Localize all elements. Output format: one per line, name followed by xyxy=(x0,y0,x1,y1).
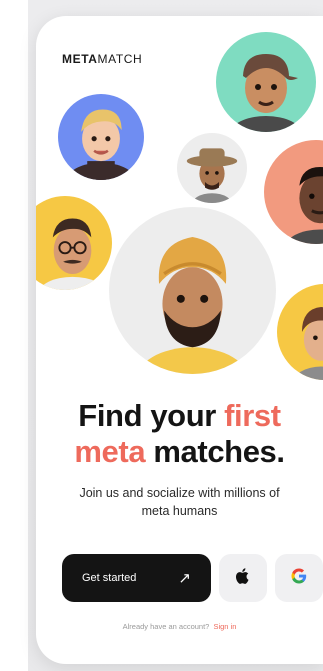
headline-text-find-your: Find your xyxy=(78,398,225,433)
get-started-label: Get started xyxy=(82,572,137,584)
google-signin-button[interactable] xyxy=(275,554,323,602)
google-icon xyxy=(290,567,308,590)
headline-text-matches: matches. xyxy=(145,434,285,469)
avatar-turban-man xyxy=(109,207,276,374)
signin-question: Already have an account? xyxy=(122,622,210,631)
signin-prompt: Already have an account? Sign in xyxy=(36,622,323,631)
logo-bold: META xyxy=(62,52,98,66)
subtitle: Join us and socialize with millions of m… xyxy=(79,486,280,518)
signin-link[interactable]: Sign in xyxy=(213,622,236,631)
headline-accent-meta: meta xyxy=(74,434,146,469)
brand-logo: METAMATCH xyxy=(62,52,142,66)
headline-line-2: meta matches. xyxy=(36,434,323,470)
headline-accent-first: first xyxy=(224,398,281,433)
avatar-hat-man xyxy=(177,133,247,203)
avatar-dark-man xyxy=(264,140,323,244)
avatar-blonde-man xyxy=(58,94,144,180)
apple-signin-button[interactable] xyxy=(219,554,267,602)
avatar-woman xyxy=(277,284,323,380)
avatar-glasses-man xyxy=(36,196,112,290)
headline: Find your first meta matches. xyxy=(36,398,323,470)
headline-line-1: Find your first xyxy=(36,398,323,434)
phone-screen: METAMATCH Find your first meta matches. … xyxy=(36,16,323,664)
logo-light: MATCH xyxy=(97,52,143,66)
apple-icon xyxy=(235,567,251,590)
avatar-cap-man xyxy=(216,32,316,132)
get-started-button[interactable]: Get started ↗ xyxy=(62,554,211,602)
arrow-up-right-icon: ↗ xyxy=(178,570,191,587)
